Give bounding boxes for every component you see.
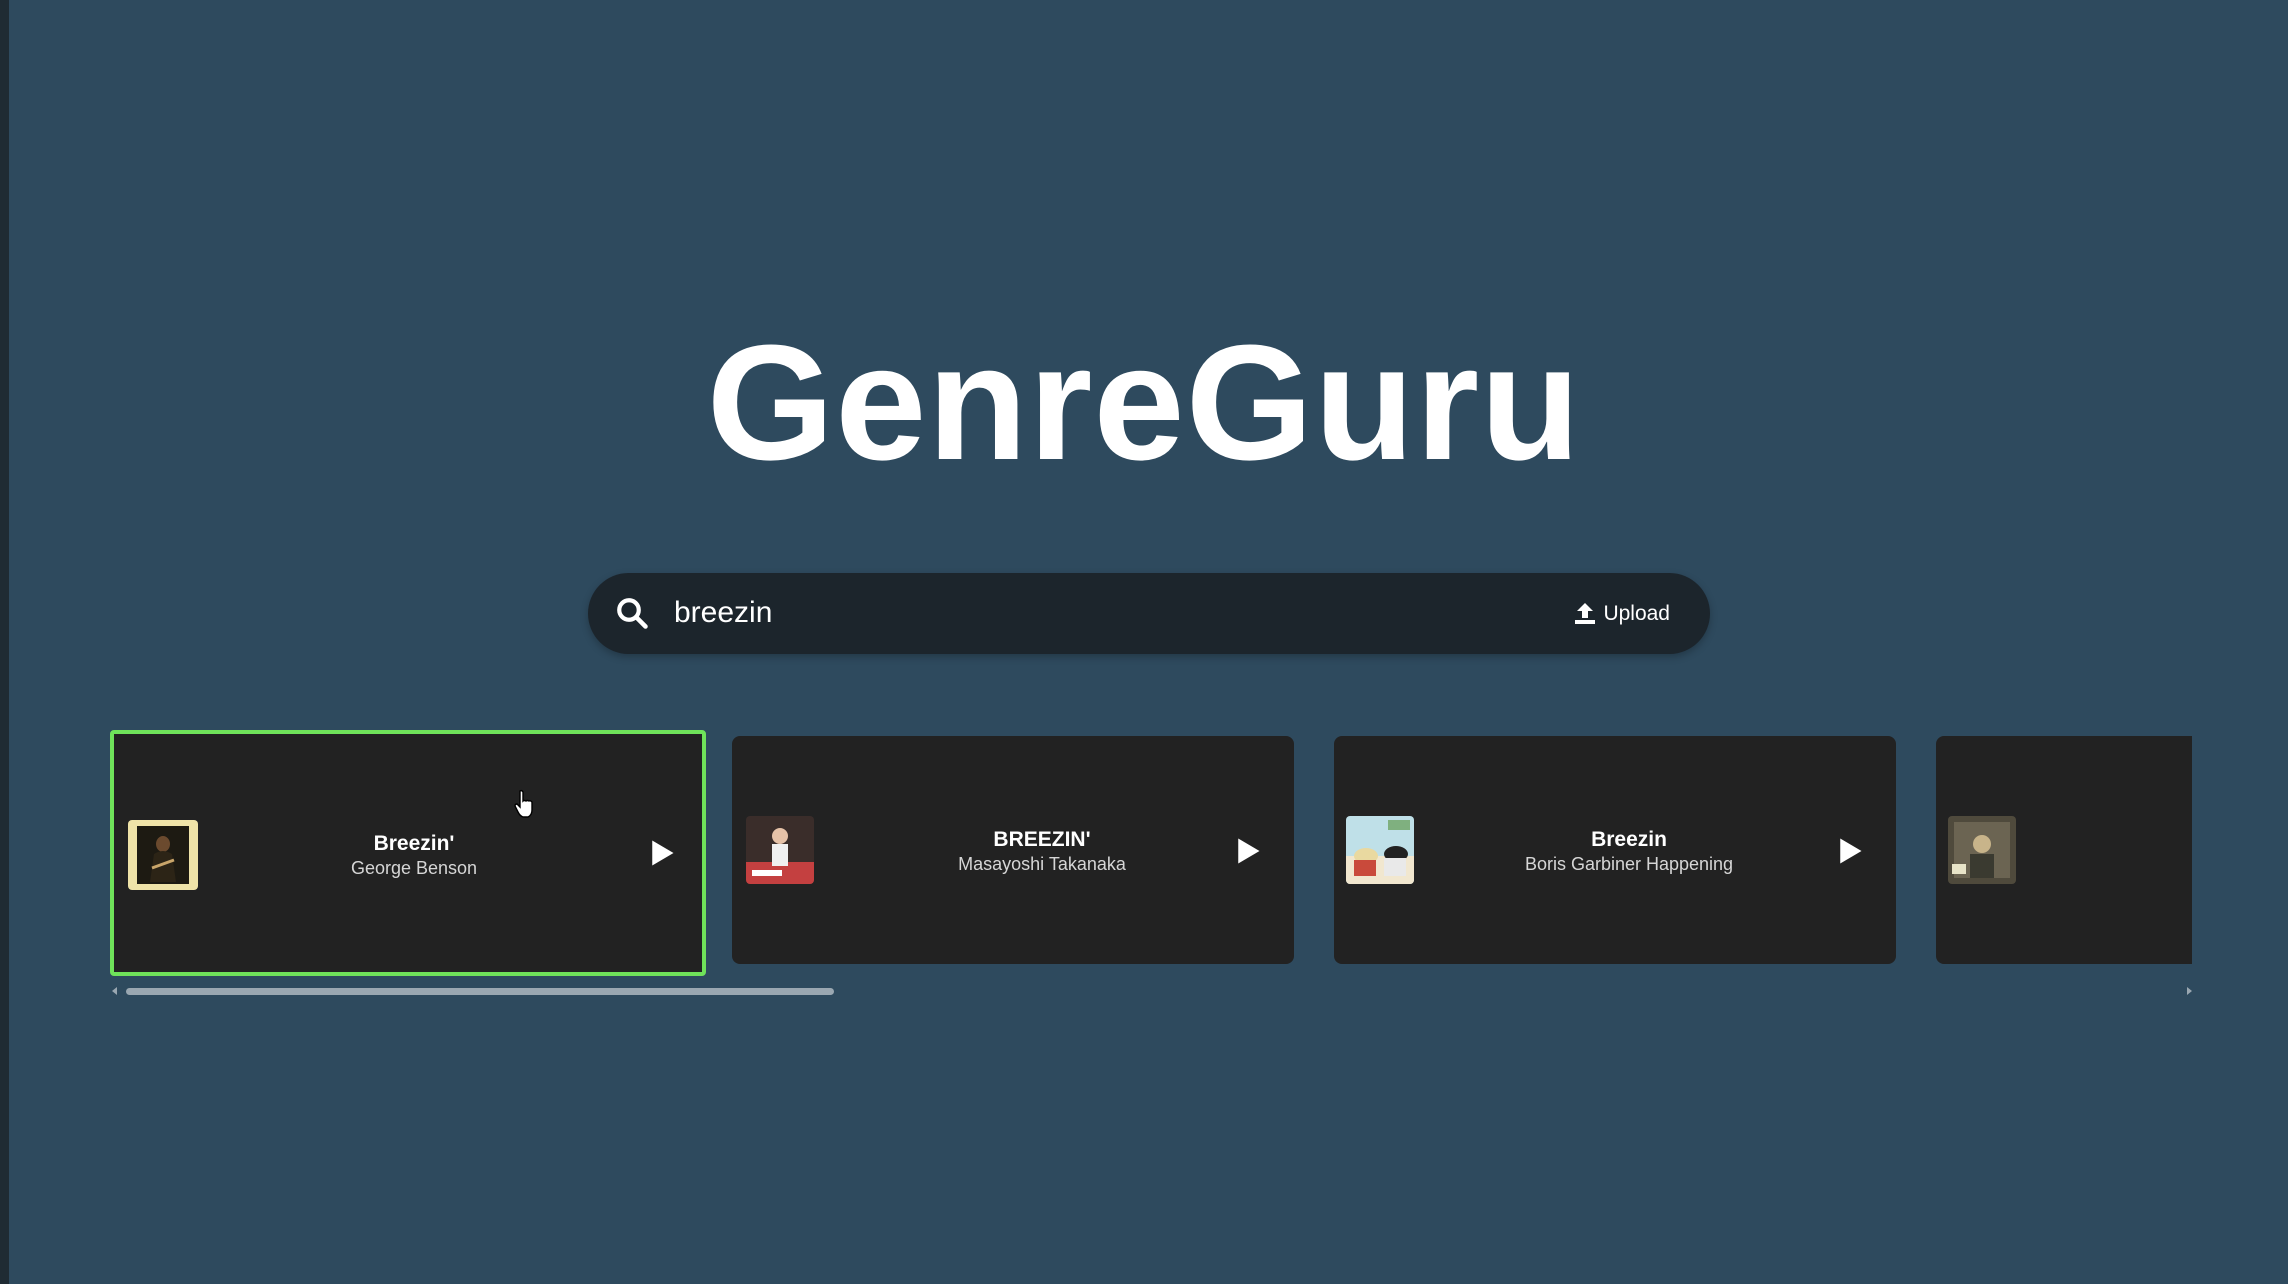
album-art <box>1948 816 2016 884</box>
artist-name: Boris Garbiner Happening <box>1524 854 1734 874</box>
album-art <box>1346 816 1414 884</box>
artist-name: George Benson <box>350 858 478 878</box>
result-card[interactable]: Breezin' George Benson <box>110 730 706 976</box>
result-card[interactable]: BREEZIN' Masayoshi Takanaka <box>732 736 1294 964</box>
result-card[interactable]: Breezin Boris Garbiner Happening <box>1334 736 1896 964</box>
genreguru-app: GenreGuru Upload <box>0 0 2288 1284</box>
song-title: Breezin' <box>373 832 455 855</box>
scrollbar-thumb[interactable] <box>126 988 834 995</box>
mouse-pointer-icon <box>514 789 533 818</box>
search-input[interactable] <box>674 588 1434 638</box>
carousel-scrollbar[interactable] <box>110 985 2192 999</box>
song-title: Breezin <box>1591 828 1667 851</box>
search-bar[interactable]: Upload <box>588 573 1710 654</box>
upload-label: Upload <box>1603 602 1670 625</box>
play-icon[interactable] <box>646 838 676 868</box>
scroll-right-arrow-icon[interactable] <box>2187 987 2192 995</box>
app-title: GenreGuru <box>706 311 1582 494</box>
search-icon[interactable] <box>614 595 650 631</box>
scroll-left-arrow-icon[interactable] <box>112 987 117 995</box>
song-title: BREEZIN' <box>993 828 1091 851</box>
artist-name: G <box>2036 828 2192 852</box>
album-art <box>128 820 198 890</box>
artist-name: Masayoshi Takanaka <box>958 854 1126 874</box>
upload-icon <box>1575 603 1596 624</box>
play-icon[interactable] <box>1834 836 1864 866</box>
play-icon[interactable] <box>1232 836 1262 866</box>
results-carousel[interactable]: Breezin' George Benson BREEZIN' Masayosh… <box>110 730 2192 1000</box>
result-card[interactable]: G <box>1936 736 2192 964</box>
upload-button[interactable]: Upload <box>1573 595 1670 633</box>
album-art <box>746 816 814 884</box>
